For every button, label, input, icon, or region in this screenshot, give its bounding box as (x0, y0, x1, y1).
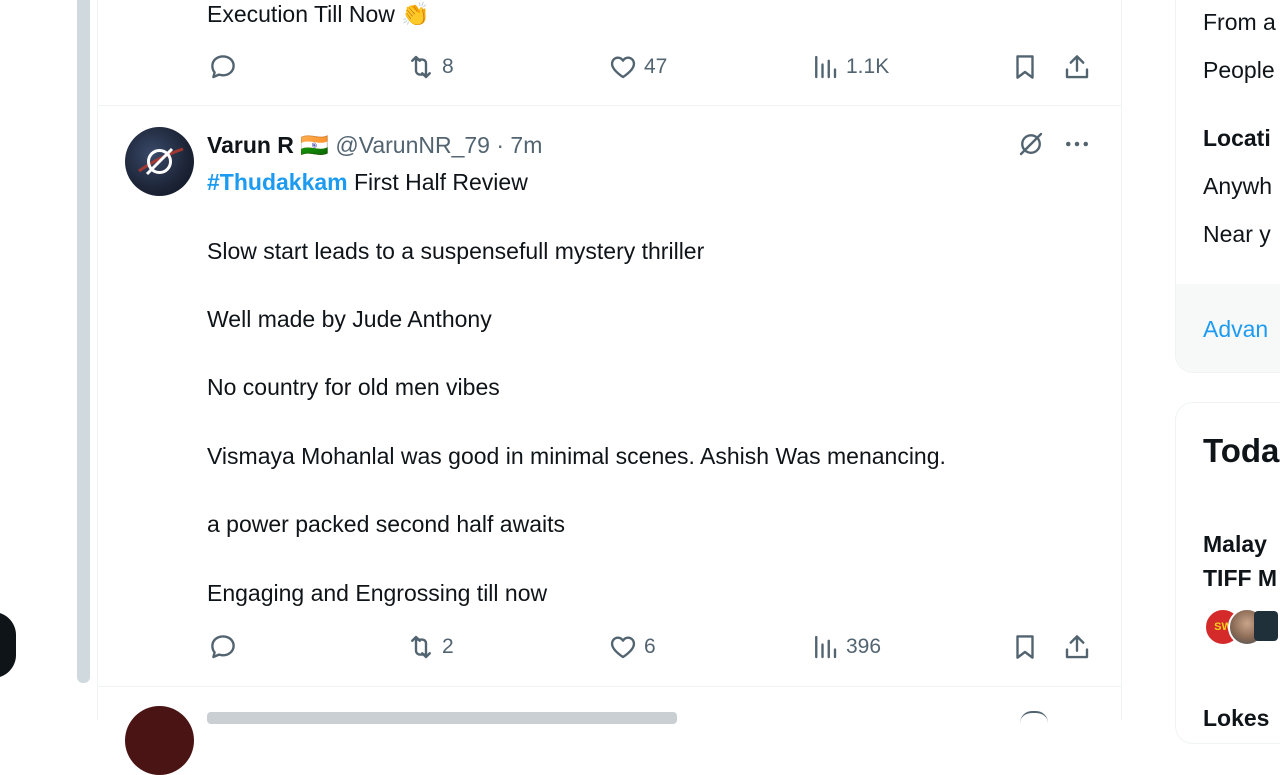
prev-views-count: 1.1K (846, 55, 890, 78)
trend-title-line[interactable]: TIFF M (1203, 565, 1277, 592)
grok-button[interactable] (1016, 129, 1046, 164)
location-near-you[interactable]: Near y (1203, 221, 1271, 248)
like-count: 6 (644, 635, 656, 658)
avatar-logo-icon (138, 147, 184, 176)
prev-bookmark-button[interactable] (1010, 52, 1040, 82)
next-trend-title[interactable]: Lokes (1203, 705, 1269, 732)
trend-avatar-third (1254, 611, 1278, 641)
tweet-divider (98, 686, 1121, 687)
tweet-time[interactable]: 7m (510, 132, 542, 158)
more-options-button[interactable] (1062, 129, 1092, 159)
trends-heading: Toda (1203, 432, 1280, 469)
tweet-line: Vismaya Mohanlal was good in minimal sce… (207, 443, 946, 469)
like-button[interactable]: 6 (608, 632, 656, 662)
views-count: 396 (846, 635, 882, 658)
more-icon (1066, 141, 1088, 147)
next-tweet-avatar[interactable] (125, 706, 194, 775)
tweet-headline: #Thudakkam First Half Review (207, 168, 528, 196)
prev-share-button[interactable] (1062, 52, 1092, 82)
feed-right-border (1121, 0, 1122, 720)
reply-icon (211, 55, 235, 79)
bookmark-icon (1016, 55, 1034, 79)
next-tweet-grok-placeholder (1020, 711, 1048, 723)
next-tweet-header-placeholder (207, 712, 677, 724)
trend-title-line[interactable]: Malay (1203, 531, 1267, 558)
flag-emoji: 🇮🇳 (300, 132, 329, 158)
prev-like-count: 47 (644, 55, 668, 78)
author-name[interactable]: Varun R (207, 132, 294, 158)
location-anywhere[interactable]: Anywh (1203, 173, 1272, 200)
author-handle[interactable]: @VarunNR_79 (335, 132, 490, 158)
retweet-count: 2 (442, 635, 454, 658)
tweet-line: a power packed second half awaits (207, 511, 565, 537)
retweet-button[interactable]: 2 (406, 632, 454, 662)
reply-button[interactable] (208, 632, 238, 662)
filter-people[interactable]: People (1203, 57, 1275, 84)
search-filters-panel: From a People Locati Anywh Near y Advan (1175, 0, 1280, 373)
bookmark-button[interactable] (1010, 632, 1040, 662)
location-heading: Locati (1203, 125, 1271, 151)
prev-like-button[interactable]: 47 (608, 52, 667, 82)
retweet-icon (411, 55, 431, 79)
heart-icon (610, 636, 636, 659)
tweet-line: Engaging and Engrossing till now (207, 580, 548, 606)
tweet-divider (98, 105, 1121, 106)
retweet-icon (411, 635, 431, 659)
prev-views-button[interactable]: 1.1K (810, 52, 889, 82)
trends-panel: Toda Malay TIFF M SW Lokes (1175, 402, 1280, 744)
tweet-line: Well made by Jude Anthony (207, 306, 492, 332)
views-button[interactable]: 396 (810, 632, 881, 662)
views-icon (815, 635, 837, 659)
grok-icon (1019, 132, 1043, 156)
hashtag-link[interactable]: #Thudakkam (207, 169, 348, 195)
tweet-line: No country for old men vibes (207, 374, 500, 400)
feed-left-border (97, 0, 98, 720)
prev-tweet-text: Execution Till Now 👏 (207, 1, 430, 27)
headline-text: First Half Review (347, 169, 528, 195)
tweet-header: Varun R 🇮🇳 @VarunNR_79 · 7m (207, 131, 542, 159)
heart-icon (610, 56, 636, 79)
share-icon (1065, 55, 1089, 79)
feed-scrollbar[interactable] (77, 0, 90, 683)
avatar[interactable] (125, 127, 194, 196)
floating-compose-button[interactable] (0, 612, 16, 678)
share-button[interactable] (1062, 632, 1092, 662)
filter-from-anyone[interactable]: From a (1203, 9, 1276, 36)
bookmark-icon (1016, 635, 1034, 659)
views-icon (815, 55, 837, 79)
prev-retweet-button[interactable]: 8 (406, 52, 454, 82)
tweet-line: Slow start leads to a suspensefull myste… (207, 238, 705, 264)
prev-reply-button[interactable] (208, 52, 238, 82)
reply-icon (211, 635, 235, 659)
advanced-search-link[interactable]: Advan (1203, 316, 1268, 343)
share-icon (1065, 635, 1089, 659)
prev-retweet-count: 8 (442, 55, 454, 78)
header-separator: · (496, 132, 505, 158)
